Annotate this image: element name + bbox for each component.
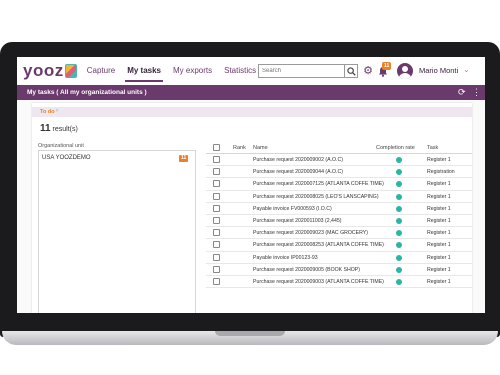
row-task: Register 1 — [427, 254, 451, 261]
column-task[interactable]: Task — [427, 145, 438, 151]
table-body: Purchase request 2020009002 (A.O.C) Regis… — [206, 154, 472, 289]
column-completion-rate[interactable]: Completion rate — [376, 145, 415, 151]
table-row[interactable]: Purchase request 2020008253 (ATLANTA COF… — [206, 239, 472, 252]
row-checkbox[interactable] — [213, 229, 220, 237]
row-checkbox[interactable] — [213, 204, 220, 212]
row-name[interactable]: Purchase request 2020008025 (LEO'S LANSC… — [253, 194, 379, 200]
completion-status-icon — [396, 230, 402, 237]
nav-my-tasks[interactable]: My tasks — [125, 57, 163, 85]
completion-status-icon — [396, 157, 402, 163]
results-suffix: result(s) — [50, 126, 78, 133]
row-task: Registration — [427, 169, 455, 176]
row-task: Register 1 — [427, 242, 451, 249]
row-task: Register 1 — [427, 181, 451, 188]
row-task: Register 1 — [427, 193, 451, 200]
more-options-icon[interactable]: ⋮ — [472, 87, 481, 98]
completion-status-icon — [396, 181, 402, 188]
notification-badge: 11 — [382, 62, 392, 70]
org-unit-count-badge: 11 — [179, 155, 189, 162]
nav-my-exports[interactable]: My exports — [173, 57, 212, 85]
chevron-right-icon: › — [56, 108, 58, 114]
row-name[interactable]: Purchase request 2020011003 (2,445) — [253, 218, 341, 224]
nav-statistics[interactable]: Statistics — [224, 57, 256, 85]
row-name[interactable]: Payable invoice IP00123-93 — [253, 255, 318, 261]
results-number: 11 — [40, 123, 51, 134]
row-checkbox[interactable] — [213, 277, 220, 285]
table-row[interactable]: Purchase request 2020009044 (A.O.C) Regis… — [206, 166, 472, 179]
completion-status-icon — [396, 278, 402, 285]
todo-label: To do — [40, 109, 55, 115]
avatar[interactable] — [397, 63, 413, 79]
results-count: 11 result(s) — [40, 123, 78, 134]
nav-capture[interactable]: Capture — [87, 57, 115, 85]
org-unit-panel: USA YOOZDEMO 11 — [38, 150, 196, 313]
row-checkbox[interactable] — [213, 265, 220, 273]
table-row[interactable]: Payable invoice FV000593 (I.O.C) Register… — [206, 203, 472, 215]
user-name[interactable]: Mario Monti — [419, 66, 458, 75]
todo-filter-bar[interactable]: To do › — [32, 107, 472, 117]
completion-status-icon — [396, 217, 402, 224]
org-unit-item[interactable]: USA YOOZDEMO — [42, 155, 91, 161]
table-row[interactable]: Payable invoice IP00123-93 Register 1 — [206, 252, 472, 264]
logo-text: yooz — [23, 61, 64, 80]
yooz-logo[interactable]: yooz — [23, 61, 77, 81]
row-task: Register 1 — [427, 157, 451, 163]
completion-status-icon — [396, 242, 402, 249]
row-name[interactable]: Purchase request 2020009023 (MAC GROCERY… — [253, 230, 368, 236]
select-all-checkbox[interactable] — [213, 144, 220, 151]
table-row[interactable]: Purchase request 2020011003 (2,445) Regis… — [206, 215, 472, 228]
logo-mark-icon — [64, 64, 77, 78]
search-input[interactable] — [258, 64, 358, 78]
row-name[interactable]: Payable invoice FV000593 (I.O.C) — [253, 206, 332, 212]
row-task: Register 1 — [427, 217, 451, 224]
column-rank[interactable]: Rank — [233, 145, 246, 151]
row-task: Register 1 — [427, 266, 451, 273]
refresh-icon[interactable]: ⟳ — [458, 87, 466, 98]
top-navigation: yooz Capture My tasks My exports Statist… — [17, 57, 485, 85]
row-name[interactable]: Purchase request 2020007125 (ATLANTA COF… — [253, 181, 384, 187]
row-checkbox[interactable] — [213, 192, 220, 200]
completion-status-icon — [396, 193, 402, 200]
row-checkbox[interactable] — [213, 253, 220, 261]
row-checkbox[interactable] — [213, 168, 220, 176]
table-row[interactable]: Purchase request 2020009005 (BOOK SHOP) R… — [206, 264, 472, 276]
laptop-notch — [215, 331, 285, 336]
row-name[interactable]: Purchase request 2020009005 (BOOK SHOP) — [253, 267, 360, 273]
tasks-card: To do › 11 result(s) Organizational unit… — [32, 103, 472, 313]
gear-icon[interactable]: ⚙ — [362, 65, 374, 77]
completion-status-icon — [396, 254, 402, 261]
table-row[interactable]: Purchase request 2020008025 (LEO'S LANSC… — [206, 191, 472, 203]
row-checkbox[interactable] — [213, 241, 220, 249]
column-name[interactable]: Name — [253, 145, 268, 151]
table-row[interactable]: Purchase request 2020009002 (A.O.C) Regis… — [206, 154, 472, 167]
row-name[interactable]: Purchase request 2020009044 (A.O.C) — [253, 169, 343, 175]
table-row[interactable]: Purchase request 2020009023 (MAC GROCERY… — [206, 227, 472, 240]
row-task: Register 1 — [427, 205, 451, 212]
completion-status-icon — [396, 169, 402, 176]
search-button[interactable] — [344, 64, 358, 78]
table-row[interactable]: Purchase request 2020009003 (ATLANTA COF… — [206, 276, 472, 289]
table-header: Rank Name Completion rate Task — [206, 142, 472, 154]
org-unit-label: Organizational unit — [38, 143, 84, 149]
tasks-table: Rank Name Completion rate Task Purchase … — [206, 142, 472, 289]
page-header-band: My tasks ( All my organizational units )… — [17, 85, 485, 100]
completion-status-icon — [396, 266, 402, 273]
table-row[interactable]: Purchase request 2020007125 (ATLANTA COF… — [206, 178, 472, 191]
row-checkbox[interactable] — [213, 216, 220, 224]
completion-status-icon — [396, 205, 402, 212]
search-icon — [346, 66, 356, 76]
row-checkbox[interactable] — [213, 180, 220, 188]
page-title: My tasks ( All my organizational units ) — [27, 89, 147, 96]
chevron-down-icon[interactable]: ⌄ — [463, 65, 470, 74]
row-name[interactable]: Purchase request 2020009003 (ATLANTA COF… — [253, 279, 384, 285]
row-checkbox[interactable] — [213, 156, 220, 163]
row-name[interactable]: Purchase request 2020009002 (A.O.C) — [253, 157, 343, 163]
row-name[interactable]: Purchase request 2020008253 (ATLANTA COF… — [253, 242, 384, 248]
row-task: Register 1 — [427, 278, 451, 285]
row-task: Register 1 — [427, 230, 451, 237]
app-screen: yooz Capture My tasks My exports Statist… — [17, 57, 485, 313]
